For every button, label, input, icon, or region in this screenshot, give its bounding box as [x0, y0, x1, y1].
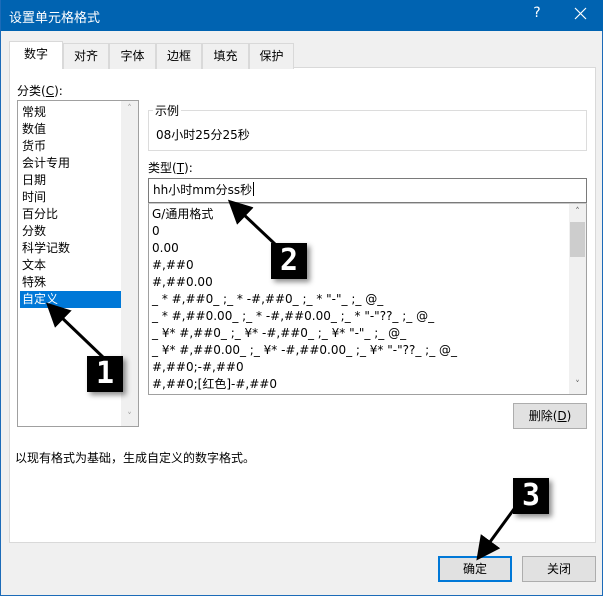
- type-input[interactable]: hh小时mm分ss秒: [148, 178, 587, 203]
- tab-alignment[interactable]: 对齐: [63, 43, 109, 69]
- format-scrollbar[interactable]: ˄ ˅: [569, 204, 586, 394]
- callout-1: 1: [87, 356, 123, 392]
- close-icon: [574, 7, 587, 20]
- category-item-scientific[interactable]: 科学记数: [20, 240, 122, 257]
- format-item[interactable]: 0.00: [152, 240, 179, 257]
- scroll-up-icon[interactable]: ˄: [569, 204, 586, 221]
- format-item[interactable]: #,##0.00: [152, 274, 213, 291]
- category-item-fraction[interactable]: 分数: [20, 223, 122, 240]
- format-item[interactable]: _ * #,##0_ ;_ * -#,##0_ ;_ * "-"_ ;_ @_: [152, 291, 383, 308]
- tab-protection[interactable]: 保护: [249, 43, 294, 69]
- category-item-currency[interactable]: 货币: [20, 138, 122, 155]
- tab-number[interactable]: 数字: [9, 41, 63, 69]
- callout-2: 2: [271, 243, 307, 279]
- category-item-time[interactable]: 时间: [20, 189, 122, 206]
- category-item-text[interactable]: 文本: [20, 257, 122, 274]
- format-item[interactable]: #,##0;[红色]-#,##0: [152, 376, 277, 393]
- scroll-up-icon[interactable]: ˄: [121, 101, 138, 118]
- sample-value: 08小时25分25秒: [156, 128, 250, 142]
- close-button[interactable]: [571, 4, 591, 24]
- scroll-down-icon[interactable]: ˅: [569, 377, 586, 394]
- category-item-percentage[interactable]: 百分比: [20, 206, 122, 223]
- callout-3: 3: [513, 478, 549, 514]
- format-item[interactable]: _ ¥* #,##0_ ;_ ¥* -#,##0_ ;_ ¥* "-"_ ;_ …: [152, 325, 406, 342]
- tab-fill[interactable]: 填充: [202, 43, 249, 69]
- format-item[interactable]: 0: [152, 223, 160, 240]
- format-item[interactable]: #,##0;-#,##0: [152, 359, 244, 376]
- title-bar: 设置单元格格式 ?: [1, 0, 603, 31]
- category-item-date[interactable]: 日期: [20, 172, 122, 189]
- category-item-accounting[interactable]: 会计专用: [20, 155, 122, 172]
- format-item[interactable]: _ * #,##0.00_ ;_ * -#,##0.00_ ;_ * "-"??…: [152, 308, 434, 325]
- type-label: 类型(T):: [148, 161, 193, 175]
- sample-legend: 示例: [153, 102, 182, 119]
- format-item[interactable]: G/通用格式: [152, 206, 213, 223]
- dialog-title: 设置单元格格式: [9, 11, 101, 26]
- category-item-number[interactable]: 数值: [20, 121, 122, 138]
- category-item-special[interactable]: 特殊: [20, 274, 122, 291]
- format-cells-dialog: 设置单元格格式 ? 数字 对齐 字体 边框 填充 保护 分类(C): 常规 数值…: [0, 0, 603, 596]
- ok-button[interactable]: 确定: [438, 556, 512, 582]
- scroll-down-icon[interactable]: ˅: [121, 409, 138, 426]
- category-scrollbar[interactable]: ˄ ˅: [121, 101, 138, 426]
- format-list[interactable]: G/通用格式 0 0.00 #,##0 #,##0.00 _ * #,##0_ …: [148, 203, 587, 395]
- close-dialog-button[interactable]: 关闭: [522, 556, 596, 582]
- category-item-general[interactable]: 常规: [20, 104, 122, 121]
- tab-font[interactable]: 字体: [109, 43, 156, 69]
- scroll-thumb[interactable]: [570, 222, 585, 257]
- category-label: 分类(C):: [17, 84, 63, 98]
- help-button[interactable]: ?: [530, 5, 544, 21]
- category-item-custom[interactable]: 自定义: [20, 291, 122, 308]
- text-caret: [253, 182, 255, 196]
- type-input-value: hh小时mm分ss秒: [153, 183, 253, 197]
- description-text: 以现有格式为基础，生成自定义的数字格式。: [15, 451, 256, 465]
- tab-border[interactable]: 边框: [156, 43, 202, 69]
- format-item[interactable]: #,##0: [152, 257, 194, 274]
- delete-button[interactable]: 删除(D): [513, 403, 587, 429]
- format-item[interactable]: _ ¥* #,##0.00_ ;_ ¥* -#,##0.00_ ;_ ¥* "-…: [152, 342, 457, 359]
